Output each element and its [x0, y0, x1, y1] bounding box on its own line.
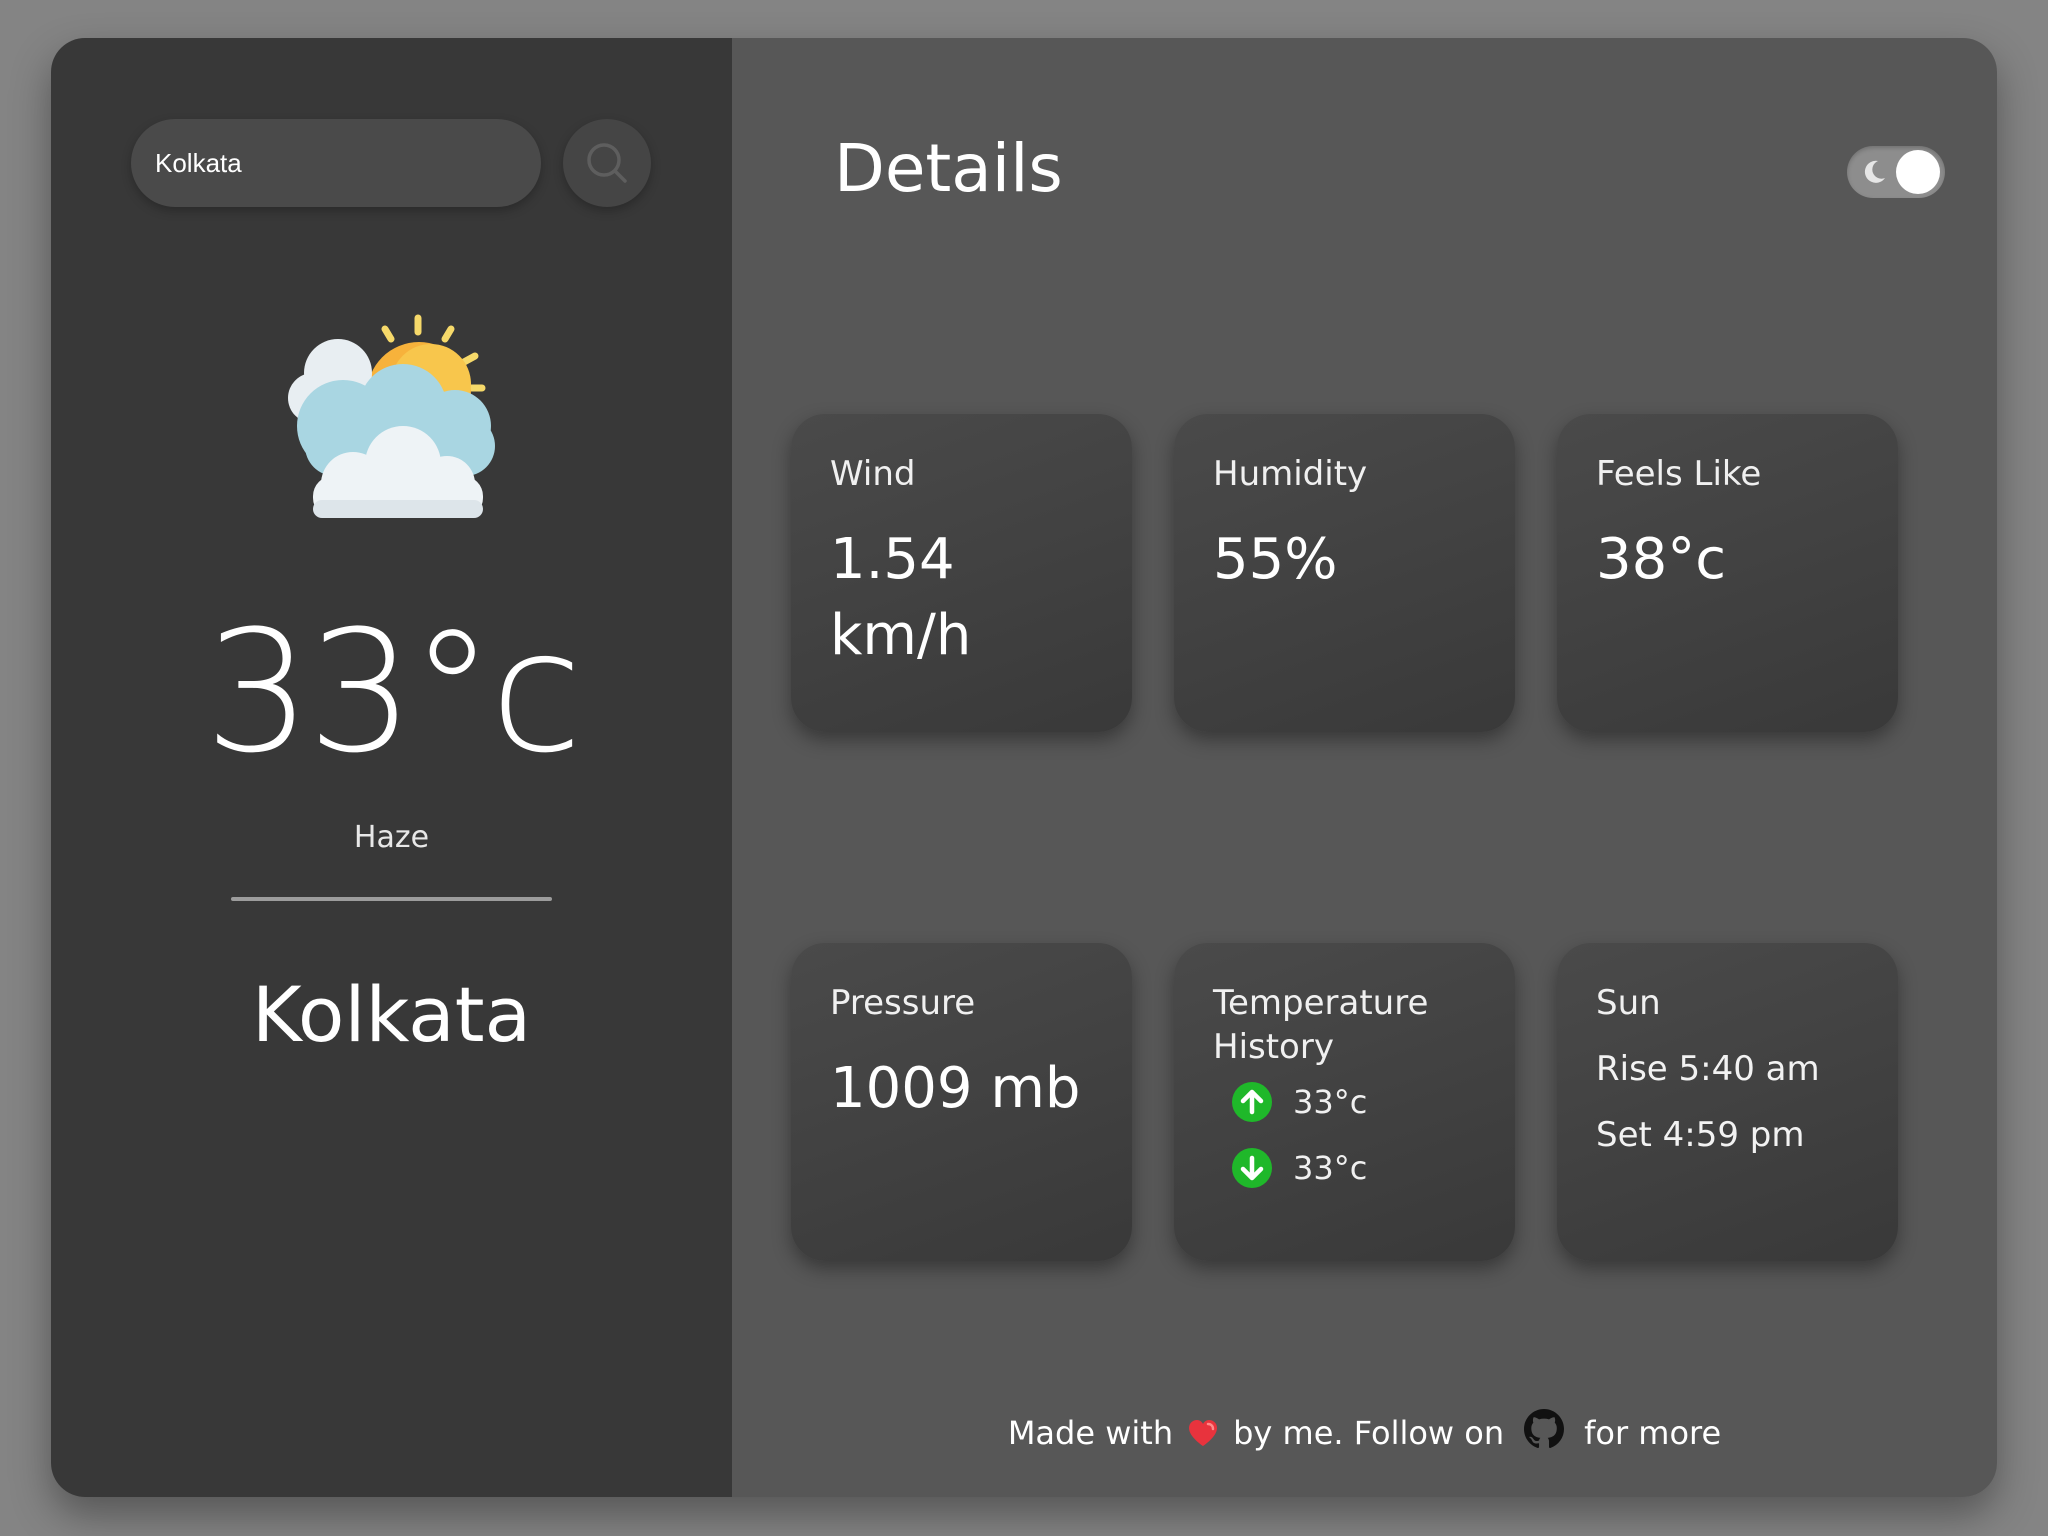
- divider: [231, 897, 552, 901]
- theme-toggle[interactable]: [1847, 146, 1945, 198]
- feels-like-label: Feels Like: [1596, 454, 1762, 494]
- sun-label: Sun: [1596, 983, 1661, 1023]
- arrow-down-icon: [1232, 1148, 1272, 1188]
- temperature-history-card: Temperature History 33°c 33°c: [1174, 943, 1515, 1261]
- footer: Made with by me. Follow on for more: [732, 1408, 1997, 1458]
- footer-text-before: Made with: [1007, 1414, 1174, 1452]
- history-low-value: 33°c: [1293, 1149, 1368, 1187]
- current-weather-panel: 33°c Haze Kolkata: [51, 38, 732, 1497]
- search-button[interactable]: [563, 119, 651, 207]
- sunset-time: Set 4:59 pm: [1596, 1115, 1805, 1155]
- footer-text-middle: by me. Follow on: [1233, 1414, 1505, 1452]
- pressure-card: Pressure 1009 mb: [791, 943, 1132, 1261]
- humidity-card: Humidity 55%: [1174, 414, 1515, 732]
- humidity-label: Humidity: [1213, 454, 1368, 494]
- moon-icon: [1864, 160, 1885, 183]
- city-name: Kolkata: [251, 970, 532, 1059]
- humidity-value: 55%: [1213, 527, 1338, 592]
- search-icon: [587, 143, 627, 183]
- feels-like-card: Feels Like 38°c: [1557, 414, 1898, 732]
- github-link[interactable]: [1524, 1409, 1565, 1457]
- history-high-row: 33°c: [1231, 1069, 1515, 1135]
- details-title: Details: [834, 130, 1063, 207]
- current-temperature: 33°c: [204, 594, 582, 790]
- history-low-row: 33°c: [1231, 1135, 1515, 1201]
- wind-card: Wind 1.54 km/h: [791, 414, 1132, 732]
- weather-app: 33°c Haze Kolkata Details Wind 1.54 km/h…: [51, 38, 1997, 1497]
- pressure-value: 1009 mb: [830, 1056, 1081, 1121]
- temperature-history-label: Temperature History: [1213, 983, 1429, 1067]
- wind-label: Wind: [830, 454, 916, 494]
- github-icon: [1524, 1409, 1565, 1449]
- sun-card: Sun Rise 5:40 am Set 4:59 pm: [1557, 943, 1898, 1261]
- search-input[interactable]: [131, 119, 541, 207]
- sunrise-time: Rise 5:40 am: [1596, 1049, 1820, 1089]
- history-high-value: 33°c: [1293, 1083, 1368, 1121]
- pressure-label: Pressure: [830, 983, 976, 1023]
- toggle-knob: [1896, 150, 1940, 194]
- footer-text-after: for more: [1584, 1414, 1722, 1452]
- details-panel: Details Wind 1.54 km/h Humidity 55% Feel…: [732, 38, 1997, 1497]
- heart-icon: [1189, 1420, 1218, 1446]
- wind-value: 1.54 km/h: [830, 527, 972, 668]
- feels-like-value: 38°c: [1596, 527, 1727, 592]
- partly-cloudy-sun-icon: [288, 314, 495, 518]
- weather-condition: Haze: [353, 820, 430, 855]
- arrow-up-icon: [1232, 1082, 1272, 1122]
